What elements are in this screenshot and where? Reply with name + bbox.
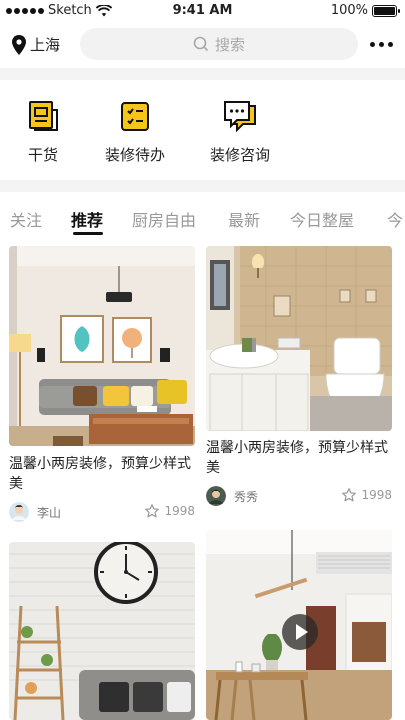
tab-next[interactable]: 今 [387, 207, 403, 231]
search-placeholder: 搜索 [214, 35, 245, 54]
city-selector[interactable]: 上海 [12, 34, 60, 55]
card-author: 秀秀 [206, 486, 258, 506]
feed: 温馨小两房装修，预算少样式美 李山 1998 温馨小两房装修，预算少样式美 秀秀… [0, 236, 405, 720]
card-title: 温馨小两房装修，预算少样式美 [206, 440, 388, 476]
search-input[interactable]: 搜索 [80, 28, 358, 60]
star-icon [342, 488, 357, 502]
card-author: 李山 [9, 502, 61, 522]
tab-follow[interactable]: 关注 [10, 207, 42, 231]
tab-today-whole-house[interactable]: 今日整屋 [290, 207, 354, 231]
feed-card[interactable]: 温馨小两房装修，预算少样式美 秀秀 1998 [206, 246, 392, 516]
like-count[interactable]: 1998 [145, 504, 195, 518]
avatar [9, 502, 29, 522]
notebook-icon [29, 101, 58, 131]
author-name: 秀秀 [234, 489, 259, 504]
chat-bubble-icon [224, 101, 256, 132]
feed-card[interactable]: 温馨小两房装修，预算少样式美 李山 1998 [9, 246, 195, 526]
tab-kitchen-freedom[interactable]: 厨房自由 [132, 207, 196, 231]
like-number: 1998 [361, 488, 392, 502]
quick-action-label: 干货 [27, 146, 58, 164]
active-tab-indicator [73, 232, 103, 235]
more-icon[interactable] [370, 42, 393, 47]
top-bar: 上海 搜索 [0, 22, 405, 68]
city-label: 上海 [30, 36, 61, 54]
card-title: 温馨小两房装修，预算少样式美 [9, 456, 191, 492]
quick-action-label: 装修待办 [104, 146, 165, 164]
category-tabs: 关注 推荐 厨房自由 最新 今日整屋 今 [0, 192, 405, 236]
quick-action-consult[interactable]: 装修咨询 [205, 100, 275, 165]
checklist-icon [121, 102, 149, 131]
status-bar: Sketch 9:41 AM 100% [0, 0, 405, 22]
tab-recommend[interactable]: 推荐 [71, 207, 103, 231]
quick-action-label: 装修咨询 [209, 146, 270, 164]
author-name: 李山 [37, 505, 62, 520]
feed-card[interactable] [9, 542, 195, 720]
living-room-photo [9, 246, 195, 446]
tab-latest[interactable]: 最新 [228, 207, 260, 231]
avatar [206, 486, 226, 506]
brick-wall-clock-photo [9, 542, 195, 720]
play-video-button[interactable] [282, 614, 318, 650]
like-count[interactable]: 1998 [342, 488, 392, 502]
quick-action-todo[interactable]: 装修待办 [100, 100, 170, 165]
quick-actions: 干货 装修待办 装修咨询 [0, 80, 405, 180]
battery-percent: 100% [330, 3, 368, 18]
star-icon [145, 504, 160, 518]
bathroom-photo [206, 246, 392, 431]
quick-action-dry-goods[interactable]: 干货 [22, 100, 64, 165]
feed-card[interactable] [206, 530, 392, 720]
battery-icon [372, 4, 400, 17]
like-number: 1998 [164, 504, 195, 518]
location-pin-icon [12, 34, 26, 55]
search-icon [193, 36, 209, 52]
